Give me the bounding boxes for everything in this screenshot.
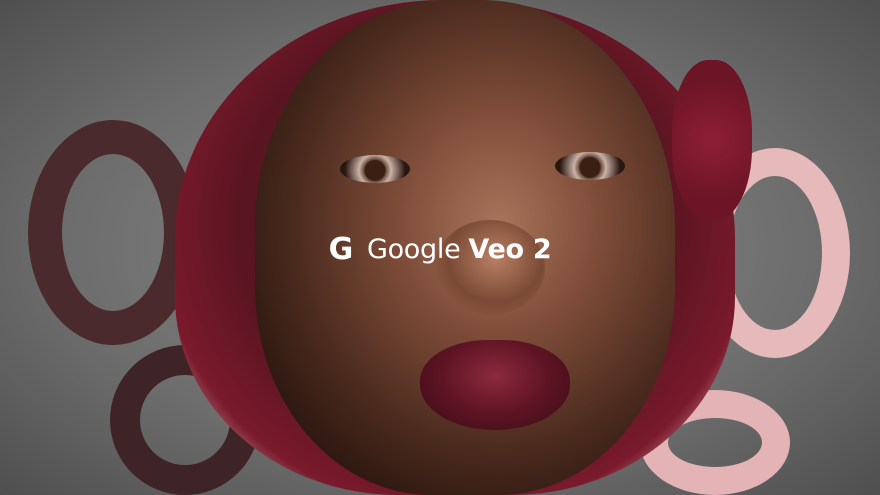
google-veo-2-logo: G Google Veo 2	[0, 232, 880, 267]
right-eye	[555, 152, 625, 180]
logo-product-text: Veo 2	[468, 234, 552, 265]
lips	[420, 340, 570, 430]
video-frame: G Google Veo 2	[0, 0, 880, 495]
google-g-icon: G	[328, 232, 354, 267]
left-eye	[340, 155, 410, 183]
logo-brand-text: Google	[366, 234, 461, 265]
crochet-flower	[672, 60, 752, 220]
